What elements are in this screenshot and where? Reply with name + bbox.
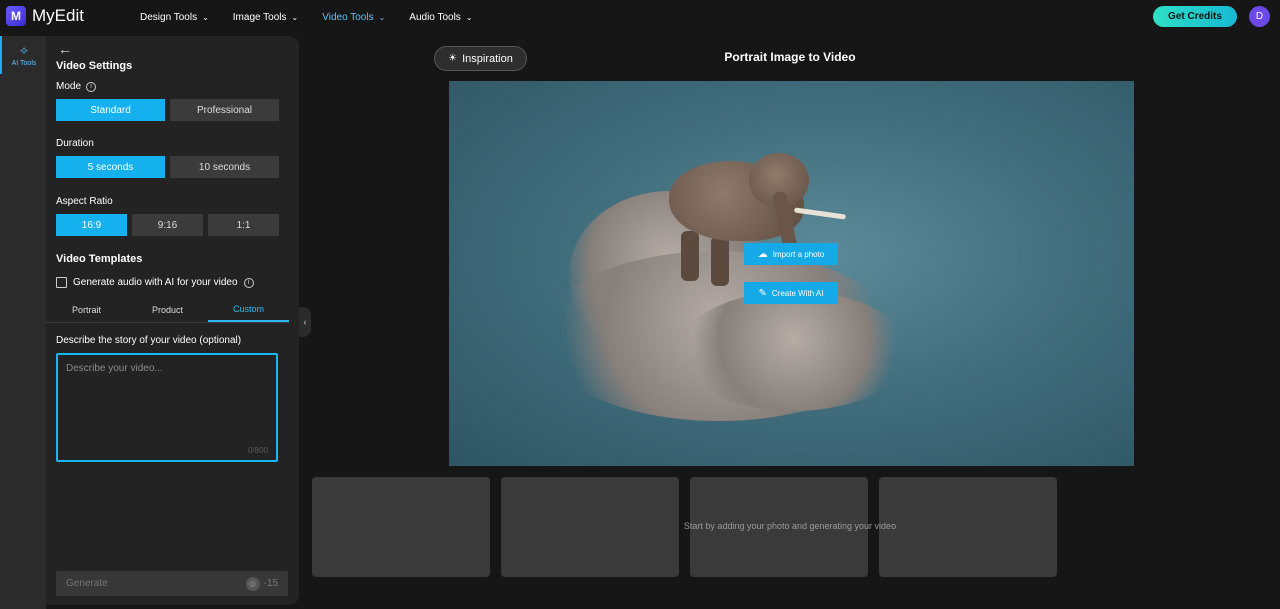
mode-professional-button[interactable]: Professional [170, 99, 279, 121]
mode-label-text: Mode [56, 81, 82, 92]
create-with-ai-button[interactable]: ✎ Create With AI [744, 282, 838, 304]
info-icon[interactable]: i [243, 277, 254, 288]
magic-wand-icon: ✧ [18, 43, 30, 58]
nav-video-tools[interactable]: Video Tools ⌄ [322, 12, 385, 23]
aspect-9-16-button[interactable]: 9:16 [132, 214, 203, 236]
app-logo[interactable]: M MyEdit [6, 6, 84, 26]
credit-cost: ◎ -15 [245, 576, 278, 591]
duration-5s-button[interactable]: 5 seconds [56, 156, 165, 178]
mode-label: Mode i [56, 81, 97, 92]
magic-wand-icon: ✎ [758, 287, 767, 299]
inspiration-label: Inspiration [462, 52, 513, 65]
import-photo-button[interactable]: ☁ Import a photo [744, 243, 838, 265]
back-arrow-icon[interactable]: ← [58, 41, 72, 57]
collapse-panel-button[interactable]: ‹ [299, 307, 311, 337]
story-label: Describe the story of your video (option… [56, 335, 242, 346]
myedit-logo-icon: M [6, 6, 26, 26]
video-settings-title: Video Settings [56, 60, 133, 72]
duration-10s-button[interactable]: 10 seconds [170, 156, 279, 178]
video-templates-title: Video Templates [56, 253, 143, 265]
template-tabs: Portrait Product Custom [46, 298, 289, 323]
mode-standard-button[interactable]: Standard [56, 99, 165, 121]
rail-item-label: AI Tools [11, 59, 37, 67]
nav-design-tools[interactable]: Design Tools ⌄ [140, 12, 209, 23]
preview-image: ☁ Import a photo ✎ Create With AI [449, 81, 1134, 466]
info-icon[interactable]: i [86, 81, 97, 92]
chevron-down-icon: ⌄ [291, 12, 299, 22]
generate-button[interactable]: Generate ◎ -15 [56, 571, 288, 596]
create-with-ai-label: Create With AI [771, 288, 824, 298]
generate-audio-option[interactable]: Generate audio with AI for your video i [56, 277, 254, 288]
import-photo-label: Import a photo [772, 249, 825, 259]
chevron-down-icon: ⌄ [465, 12, 473, 22]
page-title: Portrait Image to Video [724, 50, 856, 64]
nav-image-tools[interactable]: Image Tools ⌄ [233, 12, 298, 23]
thumbnail-slot [312, 477, 490, 577]
generate-audio-checkbox[interactable] [56, 277, 67, 288]
thumbnails-empty-message: Start by adding your photo and generatin… [683, 521, 897, 531]
story-textarea[interactable]: Describe your video... 0/800 [56, 353, 278, 462]
nav-label: Image Tools [232, 11, 287, 23]
credit-icon: ◎ [245, 576, 260, 591]
aspect-16-9-button[interactable]: 16:9 [56, 214, 127, 236]
rail-item-ai-tools[interactable]: ✧ AI Tools [0, 36, 46, 74]
cloud-upload-icon: ☁ [757, 248, 768, 260]
generate-audio-label: Generate audio with AI for your video [73, 277, 238, 288]
nav-audio-tools[interactable]: Audio Tools ⌄ [409, 12, 472, 23]
elephant-leg [681, 231, 699, 281]
tab-custom[interactable]: Custom [208, 298, 289, 322]
aspect-ratio-label: Aspect Ratio [56, 196, 113, 207]
main-nav: Design Tools ⌄ Image Tools ⌄ Video Tools… [140, 0, 497, 34]
duration-label: Duration [56, 138, 94, 149]
generate-label: Generate [66, 578, 108, 589]
nav-label: Video Tools [322, 11, 374, 23]
lightbulb-icon: ☀ [448, 53, 458, 64]
aspect-1-1-button[interactable]: 1:1 [208, 214, 279, 236]
character-counter: 0/800 [247, 446, 268, 455]
tool-rail: ✧ AI Tools [0, 36, 46, 609]
elephant-leg [711, 236, 729, 286]
get-credits-button[interactable]: Get Credits [1153, 6, 1237, 27]
cloud-shape [679, 291, 909, 411]
settings-panel: ← Video Settings Mode i Standard Profess… [46, 36, 299, 605]
story-placeholder: Describe your video... [66, 363, 163, 374]
chevron-left-icon: ‹ [303, 317, 307, 327]
avatar[interactable]: D [1249, 6, 1270, 27]
nav-label: Audio Tools [409, 11, 461, 23]
tab-portrait[interactable]: Portrait [46, 298, 127, 322]
credit-cost-value: -15 [263, 578, 278, 589]
chevron-down-icon: ⌄ [202, 12, 209, 22]
top-navbar: M MyEdit Design Tools ⌄ Image Tools ⌄ Vi… [0, 0, 1280, 34]
inspiration-button[interactable]: ☀ Inspiration [434, 46, 527, 71]
app-name: MyEdit [32, 6, 84, 25]
nav-label: Design Tools [140, 11, 198, 23]
tab-product[interactable]: Product [127, 298, 208, 322]
chevron-down-icon: ⌄ [378, 12, 386, 22]
